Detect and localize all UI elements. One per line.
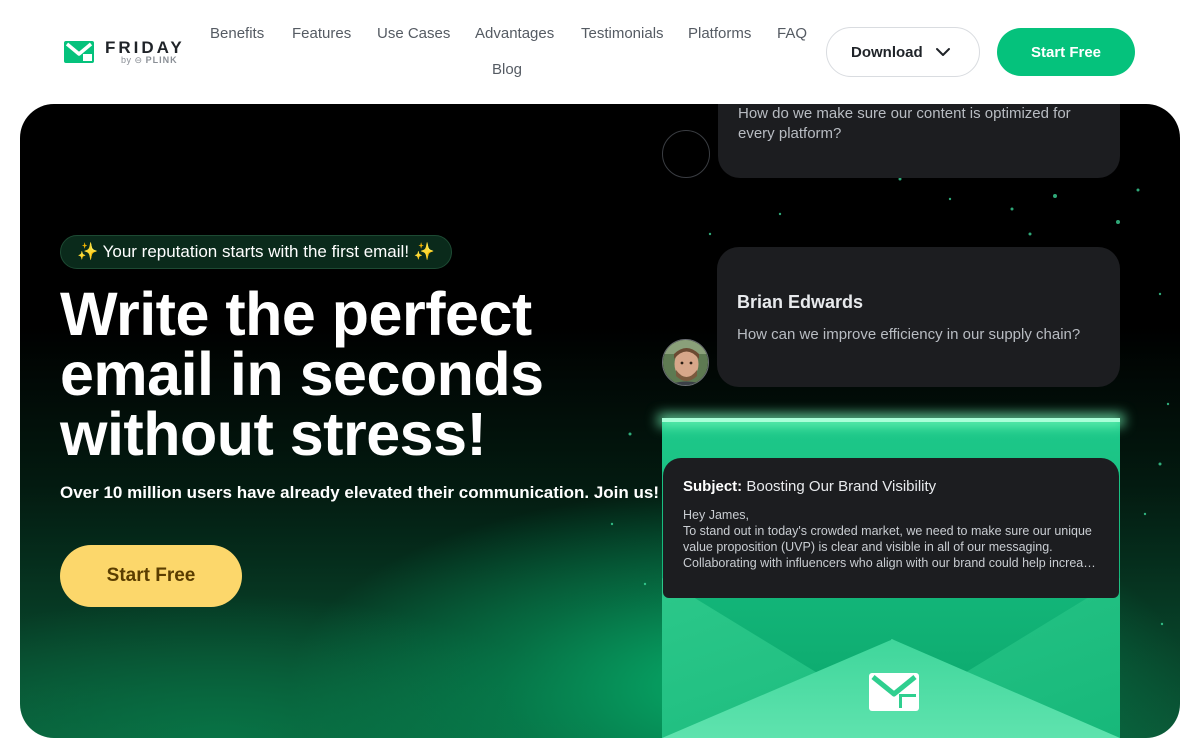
- email-preview-card: Subject: Boosting Our Brand Visibility H…: [663, 458, 1119, 598]
- site-header: FRIDAY by ⊖ PLINK Benefits Features Use …: [0, 0, 1200, 104]
- download-dropdown[interactable]: Download: [826, 27, 980, 77]
- brand-byline: by ⊖ PLINK: [121, 55, 178, 65]
- email-body-line: To stand out in today's crowded market, …: [683, 524, 1092, 538]
- nav-platforms[interactable]: Platforms: [688, 25, 751, 43]
- nav-use-cases[interactable]: Use Cases: [377, 25, 450, 43]
- nav-blog[interactable]: Blog: [492, 61, 522, 79]
- headline-line-2: email in seconds: [60, 340, 544, 408]
- nav-faq[interactable]: FAQ: [777, 25, 807, 43]
- envelope-icon: [869, 673, 919, 711]
- nav-benefits[interactable]: Benefits: [210, 25, 264, 43]
- chat-bubble-2: Brian Edwards How can we improve efficie…: [717, 247, 1120, 387]
- friday-logo-icon: [64, 41, 94, 63]
- chat-bubble-1: How do we make sure our content is optim…: [718, 104, 1120, 178]
- brand-logo[interactable]: FRIDAY by ⊖ PLINK: [63, 38, 193, 70]
- chat-bubble-1-text: How do we make sure our content is optim…: [738, 105, 1071, 142]
- nav-features[interactable]: Features: [292, 25, 351, 43]
- brand-name: FRIDAY: [105, 38, 185, 57]
- nav-advantages[interactable]: Advantages: [475, 25, 554, 43]
- avatar-placeholder: [662, 130, 710, 178]
- hero-subline: Over 10 million users have already eleva…: [60, 483, 659, 502]
- chat-bubble-2-text: How can we improve efficiency in our sup…: [737, 326, 1081, 343]
- email-subject-label: Subject:: [683, 478, 743, 495]
- hero-headline: Write the perfect email in seconds witho…: [60, 280, 620, 468]
- brand-by: by: [121, 55, 132, 65]
- user-avatar-icon: [663, 340, 708, 385]
- email-body-line: value proposition (UVP) is clear and vis…: [683, 540, 1053, 554]
- email-body-line: Collaborating with influencers who align…: [683, 556, 1099, 570]
- chevron-down-icon: [936, 48, 950, 56]
- nav-testimonials[interactable]: Testimonials: [581, 25, 664, 43]
- avatar: [662, 339, 709, 386]
- email-body: Hey James, To stand out in today's crowd…: [683, 507, 1099, 571]
- headline-line-3: without stress!: [60, 400, 487, 468]
- envelope-glow: [662, 418, 1120, 422]
- email-subject-text: Boosting Our Brand Visibility: [746, 478, 937, 495]
- email-subject: Subject: Boosting Our Brand Visibility: [683, 478, 1099, 495]
- start-free-hero-button[interactable]: Start Free: [60, 545, 242, 607]
- download-label: Download: [851, 43, 923, 61]
- headline-line-1: Write the perfect: [60, 280, 532, 348]
- hero-tagline: ✨ Your reputation starts with the first …: [60, 235, 452, 269]
- hero-section: ✨ Your reputation starts with the first …: [20, 104, 1180, 738]
- brand-parent: PLINK: [145, 55, 178, 65]
- plink-icon: ⊖: [134, 55, 143, 65]
- start-free-header-button[interactable]: Start Free: [997, 28, 1135, 76]
- email-body-line: Hey James,: [683, 508, 749, 522]
- chat-bubble-2-name: Brian Edwards: [737, 292, 864, 312]
